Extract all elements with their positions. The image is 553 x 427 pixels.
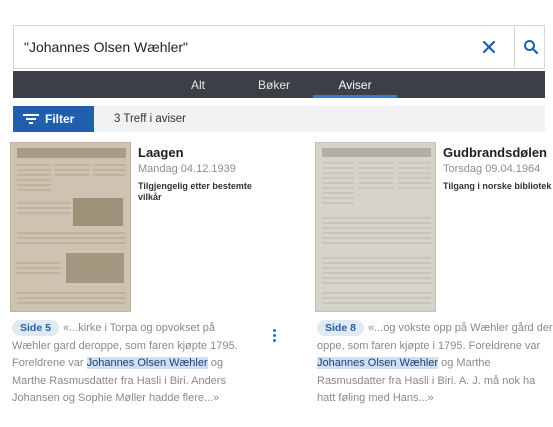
search-bar bbox=[13, 25, 545, 69]
active-tab-indicator bbox=[313, 95, 397, 98]
dot-icon bbox=[272, 329, 276, 332]
tab-alt[interactable]: Alt bbox=[168, 71, 228, 98]
newspaper-title[interactable]: Laagen bbox=[138, 145, 184, 160]
newspaper-page-image bbox=[11, 143, 130, 311]
tab-boker[interactable]: Bøker bbox=[239, 71, 309, 98]
search-icon bbox=[523, 40, 538, 55]
access-info: Tilgjengelig etter bestemte vilkår bbox=[138, 181, 252, 202]
result-snippet: Side 5 «...kirke i Torpa og opvokset på W… bbox=[12, 320, 252, 408]
result-snippet: Side 8 «...og vokste opp på Wæhler gård d… bbox=[317, 320, 553, 408]
newspaper-thumbnail[interactable] bbox=[315, 142, 436, 312]
newspaper-date: Mandag 04.12.1939 bbox=[138, 163, 236, 175]
tab-label: Bøker bbox=[257, 77, 290, 92]
tab-label: Aviser bbox=[338, 77, 372, 92]
clear-search-button[interactable] bbox=[476, 34, 502, 60]
more-options-button[interactable] bbox=[270, 328, 278, 346]
close-icon bbox=[482, 40, 496, 54]
filter-button-label: Filter bbox=[45, 112, 75, 126]
dot-icon bbox=[272, 339, 276, 342]
tab-aviser[interactable]: Aviser bbox=[313, 71, 397, 98]
newspaper-page-image bbox=[316, 143, 435, 311]
newspaper-title[interactable]: Gudbrandsdølen bbox=[443, 145, 547, 160]
access-info: Tilgang i norske bibliotek bbox=[443, 181, 552, 191]
filter-icon bbox=[23, 114, 39, 124]
dot-icon bbox=[272, 334, 276, 337]
search-button[interactable] bbox=[514, 26, 546, 68]
page-badge[interactable]: Side 8 bbox=[317, 320, 364, 336]
filter-button[interactable]: Filter bbox=[13, 106, 94, 132]
page-badge[interactable]: Side 5 bbox=[12, 320, 59, 336]
category-tabs: Alt Bøker Aviser bbox=[13, 71, 545, 98]
newspaper-date: Torsdag 09.04.1964 bbox=[443, 163, 541, 175]
snippet-highlight: Johannes Olsen Wæhler bbox=[317, 357, 439, 369]
tab-label: Alt bbox=[190, 77, 205, 92]
search-input[interactable] bbox=[24, 26, 464, 68]
snippet-highlight: Johannes Olsen Wæhler bbox=[86, 357, 208, 369]
hits-count: 3 Treff i aviser bbox=[114, 113, 187, 125]
newspaper-thumbnail[interactable] bbox=[10, 142, 131, 312]
